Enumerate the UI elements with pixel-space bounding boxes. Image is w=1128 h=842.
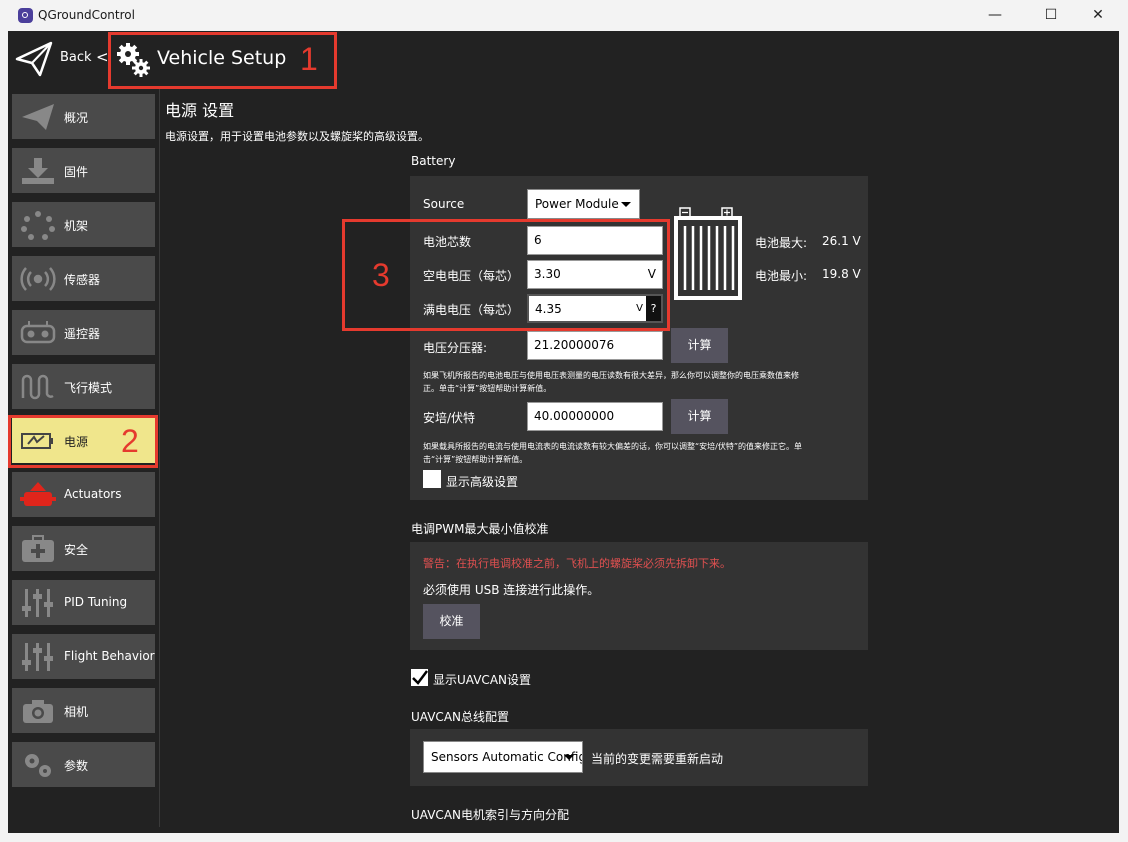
sidebar-item-sensors[interactable]: 传感器 xyxy=(12,256,155,301)
esc-calibrate-button[interactable]: 校准 xyxy=(423,604,480,639)
sidebar-item-label: PID Tuning xyxy=(64,595,128,609)
back-button[interactable]: Back xyxy=(60,50,92,65)
chevron-down-icon xyxy=(621,202,631,207)
sidebar-item-label: 固件 xyxy=(64,165,89,179)
voltage-divider-input[interactable]: 21.20000076 xyxy=(527,331,663,360)
voltage-divider-label: 电压分压器: xyxy=(423,341,488,355)
sidebar-item-parameters[interactable]: 参数 xyxy=(12,742,155,787)
source-dropdown-value: Power Module xyxy=(535,197,619,211)
source-dropdown[interactable]: Power Module xyxy=(527,189,640,219)
source-label: Source xyxy=(423,197,465,211)
amps-note-line2: 击“计算”按钮帮助计算新值。 xyxy=(423,455,528,464)
sidebar-item-label: 遥控器 xyxy=(64,327,101,341)
download-icon xyxy=(22,158,54,184)
title-bar: QGroundControl — ☐ ✕ xyxy=(8,0,1120,31)
chevron-down-icon xyxy=(564,755,574,760)
uavcan-bus-section-label: UAVCAN总线配置 xyxy=(411,710,509,724)
sidebar-item-camera[interactable]: 相机 xyxy=(12,688,155,733)
restart-note: 当前的变更需要重新启动 xyxy=(591,752,724,766)
show-uavcan-checkbox[interactable] xyxy=(411,669,428,686)
esc-panel: 警告：在执行电调校准之前，飞机上的螺旋桨必须先拆卸下来。 必须使用 USB 连接… xyxy=(410,542,868,650)
esc-usb-note: 必须使用 USB 连接进行此操作。 xyxy=(423,583,600,597)
minimize-button[interactable]: — xyxy=(980,4,1010,26)
uavcan-bus-dropdown[interactable]: Sensors Automatic Config xyxy=(423,741,583,773)
sidebar-divider xyxy=(159,89,160,827)
remote-controller-icon xyxy=(20,321,56,344)
uavcan-bus-panel: Sensors Automatic Config 当前的变更需要重新启动 xyxy=(410,729,868,786)
battery-min-label: 电池最小: xyxy=(755,269,808,283)
battery-section-label: Battery xyxy=(411,154,456,168)
app-client-area: Back < Vehicle Setup 1 概况 固件 机架 传感器 遥控器 … xyxy=(8,31,1119,833)
page-title: 电源 设置 xyxy=(165,101,235,120)
radio-waves-icon xyxy=(20,267,56,291)
airframe-icon xyxy=(21,211,55,240)
amps-per-volt-label: 安培/伏特 xyxy=(423,411,476,425)
sidebar-item-label: 概况 xyxy=(64,111,89,125)
sidebar-item-radio[interactable]: 遥控器 xyxy=(12,310,155,355)
battery-pack-icon xyxy=(674,207,742,300)
sidebar-item-label: 飞行模式 xyxy=(64,381,113,395)
annotation-box-3 xyxy=(342,219,670,331)
back-chevron: < xyxy=(96,48,109,66)
application-window: QGroundControl — ☐ ✕ Back < Vehicle Setu… xyxy=(0,0,1128,842)
sidebar-item-label: 传感器 xyxy=(64,273,101,287)
esc-warning: 警告：在执行电调校准之前，飞机上的螺旋桨必须先拆卸下来。 xyxy=(423,557,731,570)
annotation-number-3: 3 xyxy=(372,257,390,293)
annotation-number-1: 1 xyxy=(300,41,318,77)
camera-icon xyxy=(23,700,53,723)
sidebar-item-summary[interactable]: 概况 xyxy=(12,94,155,139)
annotation-number-2: 2 xyxy=(121,423,139,459)
show-uavcan-label: 显示UAVCAN设置 xyxy=(433,673,531,687)
gears-icon xyxy=(25,754,51,777)
paper-plane-icon xyxy=(22,104,54,130)
sidebar-item-label: Flight Behavior xyxy=(64,649,155,663)
close-button[interactable]: ✕ xyxy=(1083,4,1113,26)
sidebar-item-flight-modes[interactable]: 飞行模式 xyxy=(12,364,155,409)
show-advanced-label: 显示高级设置 xyxy=(446,475,519,489)
sidebar-item-flight-behavior[interactable]: Flight Behavior xyxy=(12,634,155,679)
checkmark-icon xyxy=(412,670,428,685)
amps-per-volt-input[interactable]: 40.00000000 xyxy=(527,402,663,431)
sidebar-item-safety[interactable]: 安全 xyxy=(12,526,155,571)
sidebar-item-firmware[interactable]: 固件 xyxy=(12,148,155,193)
amps-note-line1: 如果载具所报告的电流与使用电流表的电流读数有较大偏差的话，你可以调整“安培/伏特… xyxy=(423,442,802,451)
sidebar-item-pid-tuning[interactable]: PID Tuning xyxy=(12,580,155,625)
sidebar-item-label: Actuators xyxy=(64,487,122,501)
first-aid-icon xyxy=(22,535,54,562)
battery-max-value: 26.1 V xyxy=(822,234,861,248)
page-description: 电源设置，用于设置电池参数以及螺旋桨的高级设置。 xyxy=(165,130,429,143)
actuators-icon xyxy=(20,482,56,506)
sidebar-item-label: 机架 xyxy=(64,219,89,233)
uavcan-bus-dropdown-value: Sensors Automatic Config xyxy=(431,750,583,764)
battery-max-label: 电池最大: xyxy=(755,236,808,250)
voltage-divider-note-line2: 正。单击“计算”按钮帮助计算新值。 xyxy=(423,384,552,393)
uavcan-motor-section-label: UAVCAN电机索引与方向分配 xyxy=(411,808,569,822)
amps-calculate-button[interactable]: 计算 xyxy=(671,399,728,434)
window-title: QGroundControl xyxy=(38,8,135,22)
sidebar-item-label: 安全 xyxy=(64,543,89,557)
sidebar-item-airframe[interactable]: 机架 xyxy=(12,202,155,247)
maximize-button[interactable]: ☐ xyxy=(1036,4,1066,26)
qgc-app-icon xyxy=(18,8,33,23)
battery-min-value: 19.8 V xyxy=(822,267,861,281)
show-advanced-checkbox[interactable] xyxy=(423,470,441,488)
sliders-icon xyxy=(22,589,53,617)
paper-plane-icon[interactable] xyxy=(14,39,54,79)
voltage-calculate-button[interactable]: 计算 xyxy=(671,328,728,363)
sidebar-item-label: 参数 xyxy=(64,759,89,773)
flight-mode-icon xyxy=(21,374,54,400)
sliders-icon xyxy=(22,643,53,671)
voltage-divider-note-line1: 如果飞机所报告的电池电压与使用电压表测量的电压读数有很大差异，那么你可以调整你的… xyxy=(423,371,799,380)
esc-section-label: 电调PWM最大最小值校准 xyxy=(411,522,549,536)
sidebar-item-label: 相机 xyxy=(64,705,89,719)
sidebar-item-actuators[interactable]: Actuators xyxy=(12,472,155,517)
